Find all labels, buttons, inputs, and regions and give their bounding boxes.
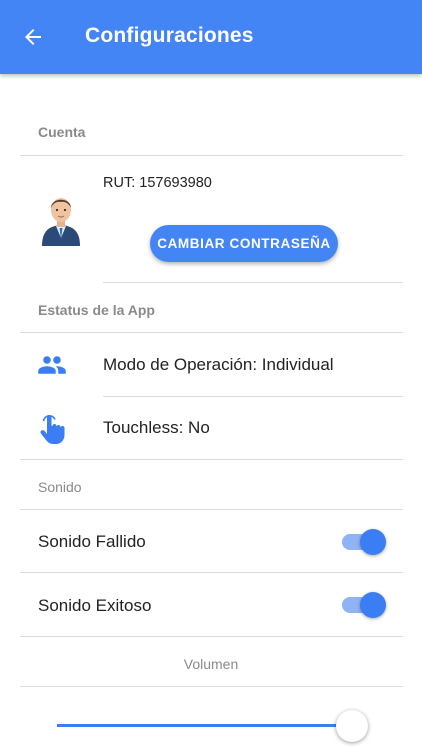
slider-track [57, 724, 353, 727]
divider [20, 509, 403, 510]
divider [103, 282, 403, 283]
rut-text: RUT: 157693980 [103, 175, 212, 191]
divider [20, 332, 403, 333]
arrow-left-icon [25, 29, 41, 45]
back-button[interactable] [18, 22, 48, 52]
divider [20, 155, 403, 156]
divider [103, 396, 403, 397]
divider [20, 686, 403, 687]
slider-thumb[interactable] [336, 710, 369, 742]
toggle-knob [360, 592, 386, 618]
change-password-button[interactable]: CAMBIAR CONTRASEÑA [150, 225, 338, 262]
success-sound-label: Sonido Exitoso [38, 596, 152, 615]
touchless-text: Touchless: No [103, 418, 210, 437]
operation-mode-text: Modo de Operación: Individual [103, 355, 334, 374]
toggle-knob [360, 529, 386, 555]
section-header-sound: Sonido [38, 479, 82, 495]
divider [20, 459, 403, 460]
section-header-app-status: Estatus de la App [38, 302, 155, 318]
page-title: Configuraciones [85, 24, 254, 47]
volume-slider[interactable] [57, 706, 383, 746]
app-bar: Configuraciones [0, 0, 422, 74]
hand-pointer-icon [38, 413, 68, 444]
group-icon [37, 350, 67, 380]
divider [20, 636, 403, 637]
divider [20, 572, 403, 573]
volume-label: Volumen [183, 656, 239, 672]
failed-sound-label: Sonido Fallido [38, 532, 146, 551]
failed-sound-toggle[interactable] [342, 529, 386, 555]
user-avatar-icon [38, 192, 84, 246]
success-sound-toggle[interactable] [342, 592, 386, 618]
section-header-account: Cuenta [38, 124, 86, 140]
